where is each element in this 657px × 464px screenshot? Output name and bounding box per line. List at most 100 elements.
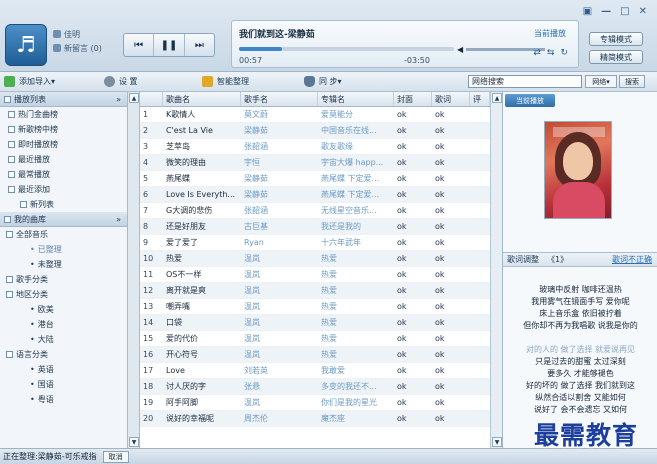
cancel-button[interactable]: 取消 <box>102 450 129 463</box>
column-song[interactable]: 歌曲名 <box>163 92 241 106</box>
library-item[interactable]: • 已整理 <box>0 242 127 257</box>
playlist-item[interactable]: 热门金曲榜 <box>0 107 127 122</box>
lyric-status: ok <box>435 398 445 407</box>
sidebar-scrollbar[interactable]: ▲ ▼ <box>128 92 140 448</box>
messages-link[interactable]: 新留言 (0) <box>64 43 102 54</box>
library-item[interactable]: 全部音乐 <box>0 227 127 242</box>
table-row[interactable]: 9 爱了爱了 Ryan 十六年武年 ok ok <box>140 235 490 251</box>
sync-button[interactable]: 同 步▾ <box>304 76 342 87</box>
scroll-down-icon[interactable]: ▼ <box>129 437 139 447</box>
table-row[interactable]: 3 芝苹岛 张韶涵 歌友歌缘 ok ok <box>140 139 490 155</box>
song-name: 嘲弄嘴 <box>166 302 190 311</box>
search-button[interactable]: 搜索 <box>619 75 645 88</box>
table-row[interactable]: 20 说好的幸福呢 周杰伦 魔杰座 ok ok <box>140 411 490 427</box>
user-name[interactable]: 佳明 <box>64 29 80 40</box>
table-row[interactable]: 1 K歌情人 莫文蔚 爱莫能分 ok ok <box>140 107 490 123</box>
table-scroll-up-icon[interactable]: ▲ <box>492 93 502 103</box>
library-item[interactable]: 地区分类 <box>0 287 127 302</box>
library-item[interactable]: • 大陆 <box>0 332 127 347</box>
cover-status: ok <box>397 286 407 295</box>
maximize-icon[interactable]: □ <box>620 6 629 17</box>
table-row[interactable]: 2 C'est La Vie 梁静茹 中国音乐在线... ok ok <box>140 123 490 139</box>
order-icon[interactable]: ⇆ <box>547 48 555 58</box>
album-mode-button[interactable]: 专辑模式 <box>589 32 643 46</box>
library-item-label: 粤语 <box>37 395 54 404</box>
add-import-label: 添加导入▾ <box>19 77 56 86</box>
playlist-item[interactable]: 最近播放 <box>0 152 127 167</box>
song-name: 热爱 <box>166 254 182 263</box>
row-index: 7 <box>143 206 149 215</box>
minimize-icon[interactable]: — <box>601 6 611 17</box>
table-row[interactable]: 11 OS不一样 温岚 热爱 ok ok <box>140 267 490 283</box>
column-cover[interactable]: 封面 <box>394 92 432 106</box>
lyric-arrows[interactable]: 《1》 <box>547 254 568 265</box>
library-collapse-icon[interactable]: » <box>116 215 121 224</box>
table-scrollbar[interactable]: ▲ ▼ <box>490 92 502 448</box>
next-button[interactable]: ⏭ <box>185 34 214 56</box>
compact-mode-button[interactable]: 精简模式 <box>589 50 643 64</box>
collapse-icon[interactable]: » <box>116 95 121 104</box>
user-name-row[interactable]: 佳明 <box>53 27 123 41</box>
library-item-label: 语言分类 <box>16 350 48 359</box>
table-row[interactable]: 5 燕尾蝶 梁静茹 燕尾蝶 下定爱... ok ok <box>140 171 490 187</box>
library-item[interactable]: • 国语 <box>0 377 127 392</box>
column-artist[interactable]: 歌手名 <box>241 92 318 106</box>
table-row[interactable]: 17 Love 刘若英 我敢爱 ok ok <box>140 363 490 379</box>
lyric-incorrect-link[interactable]: 歌词不正确 <box>612 254 657 265</box>
library-item[interactable]: • 英语 <box>0 362 127 377</box>
settings-button[interactable]: 设 置 <box>104 76 138 87</box>
library-item[interactable]: • 粤语 <box>0 392 127 407</box>
playlist-item[interactable]: 新列表 <box>0 197 127 212</box>
table-row[interactable]: 6 Love Is Everyth... 梁静茹 燕尾蝶 下定爱... ok ok <box>140 187 490 203</box>
search-input[interactable] <box>468 75 582 88</box>
column-album[interactable]: 专辑名 <box>318 92 394 106</box>
table-row[interactable]: 7 G大调的悲伤 张韶涵 无线星空音乐... ok ok <box>140 203 490 219</box>
table-row[interactable]: 8 还是好朋友 古巨基 我还是我的 ok ok <box>140 219 490 235</box>
table-row[interactable]: 18 讨人厌的字 张悬 多变的我还不... ok ok <box>140 379 490 395</box>
playlist-item[interactable]: 新歌榜中榜 <box>0 122 127 137</box>
library-header[interactable]: 我的曲库 » <box>0 212 127 227</box>
previous-button[interactable]: ⏮ <box>124 34 155 56</box>
add-import-button[interactable]: 添加导入▾ <box>4 76 55 87</box>
library-item[interactable]: 语言分类 <box>0 347 127 362</box>
table-row[interactable]: 14 口袋 温岚 热爱 ok ok <box>140 315 490 331</box>
album-name: 热爱 <box>321 270 337 279</box>
table-row[interactable]: 16 开心符号 温岚 热爱 ok ok <box>140 347 490 363</box>
playlist-item[interactable]: 最近添加 <box>0 182 127 197</box>
library-item[interactable]: • 港台 <box>0 317 127 332</box>
library-item[interactable]: • 欧美 <box>0 302 127 317</box>
progress-bar[interactable] <box>239 47 454 51</box>
volume-slider[interactable]: ◀ <box>457 44 545 54</box>
table-row[interactable]: 10 热爱 温岚 热爱 ok ok <box>140 251 490 267</box>
current-playing-tab[interactable]: 当前播放 <box>505 94 555 107</box>
column-rating[interactable]: 评 <box>470 92 490 106</box>
scroll-up-icon[interactable]: ▲ <box>129 93 139 103</box>
column-lyric[interactable]: 歌词 <box>432 92 470 106</box>
repeat-icon[interactable]: ↻ <box>560 48 568 58</box>
playlist-header[interactable]: 播放列表 » <box>0 92 127 107</box>
table-row[interactable]: 15 爱的代价 温岚 热爱 ok ok <box>140 331 490 347</box>
table-row[interactable]: 13 嘲弄嘴 温岚 热爱 ok ok <box>140 299 490 315</box>
search-scope-dropdown[interactable]: 网络▾ <box>585 75 617 88</box>
current-playing-link[interactable]: 当前播放 <box>534 28 566 39</box>
table-scroll-down-icon[interactable]: ▼ <box>492 437 502 447</box>
lyric-adjust-label[interactable]: 歌词调整 <box>507 254 539 265</box>
smart-organize-button[interactable]: 智能整理 <box>202 76 249 87</box>
table-row[interactable]: 12 离开就是爽 温岚 热爱 ok ok <box>140 283 490 299</box>
shuffle-icon[interactable]: ⇄ <box>533 48 541 58</box>
library-item[interactable]: • 未整理 <box>0 257 127 272</box>
playlist-item[interactable]: 最常播放 <box>0 167 127 182</box>
playlist-item[interactable]: 即时播放榜 <box>0 137 127 152</box>
rating-cell <box>470 379 490 394</box>
table-row[interactable]: 19 阿手阿脚 温岚 你们是我的星光 ok ok <box>140 395 490 411</box>
bullet-icon: • <box>30 380 35 389</box>
pause-button[interactable]: ❚❚ <box>154 34 185 56</box>
close-icon[interactable]: ✕ <box>639 6 647 17</box>
song-name: 讨人厌的字 <box>166 382 206 391</box>
bullet-icon: • <box>30 320 35 329</box>
table-row[interactable]: 4 微笑的理由 宇恒 宇宙大爆 happ... ok ok <box>140 155 490 171</box>
album-name: 热爱 <box>321 350 337 359</box>
messages-row[interactable]: 新留言 (0) <box>53 41 123 55</box>
skin-icon[interactable]: ▣ <box>583 6 592 17</box>
library-item[interactable]: 歌手分类 <box>0 272 127 287</box>
